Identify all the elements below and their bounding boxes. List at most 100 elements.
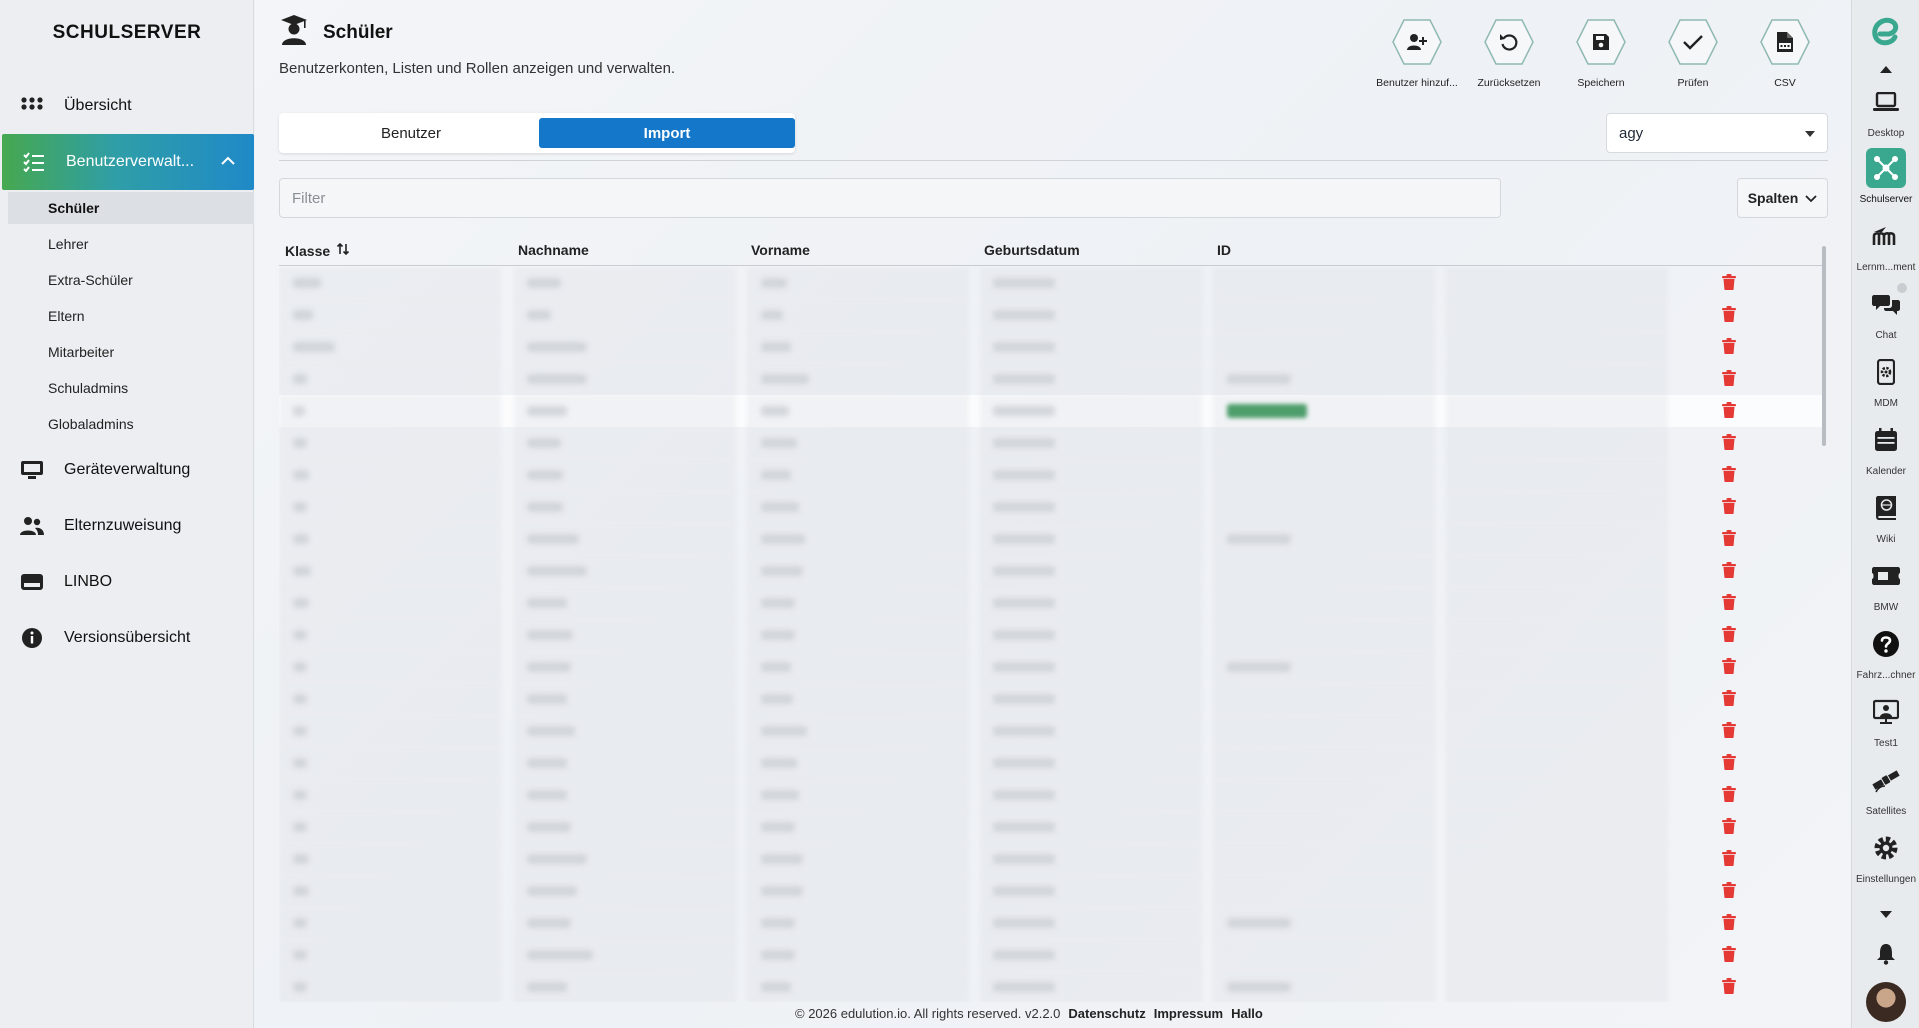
trash-icon[interactable] bbox=[1722, 594, 1736, 610]
trash-icon[interactable] bbox=[1722, 786, 1736, 802]
scrollbar-thumb[interactable] bbox=[1822, 246, 1826, 446]
table-row[interactable] bbox=[279, 363, 1824, 395]
tab-import[interactable]: Import bbox=[539, 118, 795, 148]
tab-users[interactable]: Benutzer bbox=[283, 118, 539, 148]
trash-icon[interactable] bbox=[1722, 402, 1736, 418]
dock-item-calendar[interactable]: Kalender bbox=[1852, 420, 1919, 477]
table-row[interactable] bbox=[279, 395, 1824, 427]
trash-icon[interactable] bbox=[1722, 434, 1736, 450]
table-row[interactable] bbox=[279, 875, 1824, 907]
table-row[interactable] bbox=[279, 971, 1824, 1002]
trash-icon[interactable] bbox=[1722, 818, 1736, 834]
check-button[interactable]: Prüfen bbox=[1647, 18, 1739, 89]
column-header-id[interactable]: ID bbox=[1217, 242, 1231, 258]
table-row[interactable] bbox=[279, 683, 1824, 715]
column-header-birthdate[interactable]: Geburtsdatum bbox=[984, 242, 1080, 258]
hello-link[interactable]: Hallo bbox=[1231, 1006, 1263, 1021]
trash-icon[interactable] bbox=[1722, 754, 1736, 770]
table-row[interactable] bbox=[279, 811, 1824, 843]
table-row[interactable] bbox=[279, 779, 1824, 811]
trash-icon[interactable] bbox=[1722, 946, 1736, 962]
trash-icon[interactable] bbox=[1722, 274, 1736, 290]
table-row[interactable] bbox=[279, 267, 1824, 299]
table-row[interactable] bbox=[279, 587, 1824, 619]
dock-scroll-down[interactable] bbox=[1852, 906, 1919, 924]
trash-icon[interactable] bbox=[1722, 626, 1736, 642]
table-row[interactable] bbox=[279, 523, 1824, 555]
trash-icon[interactable] bbox=[1722, 978, 1736, 994]
dock-item-schulserver[interactable]: Schulserver bbox=[1852, 148, 1919, 205]
dock-item-driving-school[interactable]: Fahrz...chner bbox=[1852, 624, 1919, 681]
table-row[interactable] bbox=[279, 747, 1824, 779]
users-icon bbox=[20, 514, 44, 538]
table-row[interactable] bbox=[279, 427, 1824, 459]
nav-item-user-management[interactable]: Benutzerverwalt... bbox=[2, 134, 254, 190]
dock-item-mdm[interactable]: MDM bbox=[1852, 352, 1919, 409]
trash-icon[interactable] bbox=[1722, 690, 1736, 706]
school-select[interactable]: agy bbox=[1606, 113, 1828, 153]
save-button[interactable]: Speichern bbox=[1555, 18, 1647, 89]
chevron-up-icon[interactable] bbox=[220, 153, 236, 171]
trash-icon[interactable] bbox=[1722, 466, 1736, 482]
table-row[interactable] bbox=[279, 715, 1824, 747]
redacted-text bbox=[527, 342, 587, 352]
dock-item-test1[interactable]: Test1 bbox=[1852, 692, 1919, 749]
imprint-link[interactable]: Impressum bbox=[1154, 1006, 1223, 1021]
columns-button[interactable]: Spalten bbox=[1737, 178, 1828, 218]
nav-item-devices[interactable]: Geräteverwaltung bbox=[0, 442, 254, 498]
user-avatar[interactable] bbox=[1852, 982, 1919, 1022]
column-header-firstname[interactable]: Vorname bbox=[751, 242, 810, 258]
table-row[interactable] bbox=[279, 331, 1824, 363]
dock-item-wiki[interactable]: Wiki bbox=[1852, 488, 1919, 545]
dock-item-desktop[interactable]: Desktop bbox=[1852, 82, 1919, 139]
dock-item-chat[interactable]: Chat bbox=[1852, 281, 1919, 341]
subnav-item-students[interactable]: Schüler bbox=[8, 192, 254, 224]
table-row[interactable] bbox=[279, 843, 1824, 875]
nav-item-version-overview[interactable]: Versionsübersicht bbox=[0, 610, 254, 666]
trash-icon[interactable] bbox=[1722, 914, 1736, 930]
subnav-item-teachers[interactable]: Lehrer bbox=[8, 228, 254, 260]
trash-icon[interactable] bbox=[1722, 306, 1736, 322]
trash-icon[interactable] bbox=[1722, 658, 1736, 674]
trash-icon[interactable] bbox=[1722, 882, 1736, 898]
subnav-item-globaladmins[interactable]: Globaladmins bbox=[8, 408, 254, 440]
trash-icon[interactable] bbox=[1722, 850, 1736, 866]
table-row[interactable] bbox=[279, 619, 1824, 651]
notifications-button[interactable] bbox=[1852, 934, 1919, 974]
column-header-lastname[interactable]: Nachname bbox=[518, 242, 589, 258]
table-row[interactable] bbox=[279, 939, 1824, 971]
nav-item-overview[interactable]: Übersicht bbox=[0, 78, 254, 134]
reset-button[interactable]: Zurücksetzen bbox=[1463, 18, 1555, 89]
trash-icon[interactable] bbox=[1722, 370, 1736, 386]
subnav-item-extra-students[interactable]: Extra-Schüler bbox=[8, 264, 254, 296]
table-scrollbar[interactable] bbox=[1820, 236, 1828, 1001]
filter-input[interactable] bbox=[279, 178, 1501, 218]
add-user-button[interactable]: Benutzer hinzuf... bbox=[1371, 18, 1463, 89]
table-row[interactable] bbox=[279, 491, 1824, 523]
subnav-item-schooladmins[interactable]: Schuladmins bbox=[8, 372, 254, 404]
table-row[interactable] bbox=[279, 459, 1824, 491]
dock-item-bmw[interactable]: BMW bbox=[1852, 556, 1919, 613]
column-header-class[interactable]: Klasse bbox=[285, 242, 350, 259]
table-row[interactable] bbox=[279, 299, 1824, 331]
dock-scroll-up[interactable] bbox=[1852, 60, 1919, 78]
nav-item-parent-assignment[interactable]: Elternzuweisung bbox=[0, 498, 254, 554]
sort-icon[interactable] bbox=[336, 242, 350, 259]
nav-item-linbo[interactable]: LINBO bbox=[0, 554, 254, 610]
trash-icon[interactable] bbox=[1722, 722, 1736, 738]
subnav-item-staff[interactable]: Mitarbeiter bbox=[8, 336, 254, 368]
trash-icon[interactable] bbox=[1722, 498, 1736, 514]
dock-item-learning-management[interactable]: Lernm...ment bbox=[1852, 216, 1919, 273]
dock-item-settings[interactable]: Einstellungen bbox=[1852, 828, 1919, 885]
trash-icon[interactable] bbox=[1722, 338, 1736, 354]
table-row[interactable] bbox=[279, 555, 1824, 587]
subnav-item-parents[interactable]: Eltern bbox=[8, 300, 254, 332]
dock-item-satellites[interactable]: Satellites bbox=[1852, 760, 1919, 817]
privacy-link[interactable]: Datenschutz bbox=[1068, 1006, 1145, 1021]
edulution-logo[interactable] bbox=[1852, 12, 1919, 52]
trash-icon[interactable] bbox=[1722, 530, 1736, 546]
table-row[interactable] bbox=[279, 651, 1824, 683]
trash-icon[interactable] bbox=[1722, 562, 1736, 578]
table-row[interactable] bbox=[279, 907, 1824, 939]
csv-button[interactable]: CSV bbox=[1739, 18, 1831, 89]
